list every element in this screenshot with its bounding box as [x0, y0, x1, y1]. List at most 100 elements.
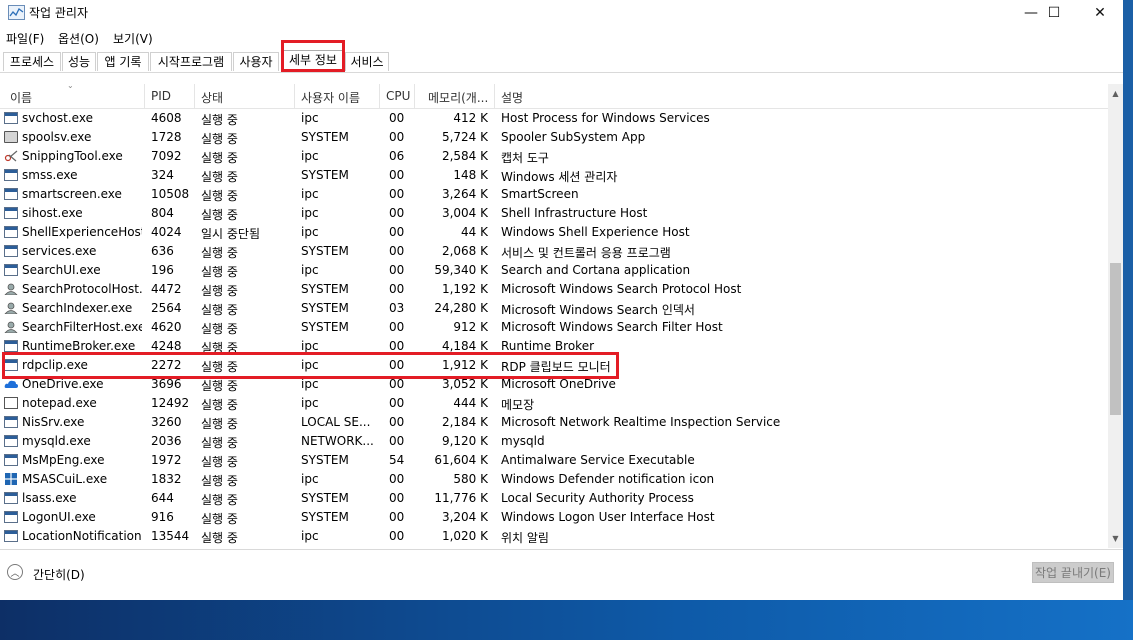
process-cpu: 00 [389, 529, 405, 543]
notepad-icon [4, 397, 18, 409]
process-name: ShellExperienceHost... [22, 225, 142, 239]
process-description: Local Security Authority Process [501, 491, 694, 505]
close-button[interactable]: ✕ [1077, 0, 1123, 26]
process-memory: 580 K [453, 472, 488, 486]
table-row[interactable]: SearchFilterHost.exe 4620 실행 중 SYSTEM 00 912 … [0, 318, 1108, 337]
vertical-scrollbar[interactable]: ▲ ▼ [1108, 84, 1123, 548]
tab-app-history[interactable]: 앱 기록 [97, 52, 149, 71]
table-row[interactable]: MsMpEng.exe 1972 실행 중 SYSTEM 54 61,604 K Antim… [0, 451, 1108, 470]
collapse-icon[interactable]: ︿ [7, 564, 23, 580]
process-memory: 912 K [453, 320, 488, 334]
process-pid: 3260 [151, 415, 182, 429]
menu-view[interactable]: 보기(V) [113, 30, 153, 47]
table-row[interactable]: services.exe 636 실행 중 SYSTEM 00 2,068 K 서비스 및 … [0, 242, 1108, 261]
menu-options[interactable]: 옵션(O) [58, 30, 99, 47]
process-user: SYSTEM [301, 510, 349, 524]
app-icon [4, 188, 18, 200]
search-user-icon [4, 283, 18, 296]
process-pid: 196 [151, 263, 174, 277]
column-header-description[interactable]: 설명 [501, 89, 523, 106]
process-status: 실행 중 [201, 417, 238, 431]
table-row[interactable]: NisSrv.exe 3260 실행 중 LOCAL SE... 00 2,184 K Mi… [0, 413, 1108, 432]
process-user: ipc [301, 111, 319, 125]
column-divider[interactable] [144, 84, 145, 108]
column-divider[interactable] [194, 84, 195, 108]
column-header-cpu[interactable]: CPU [386, 89, 410, 103]
process-user: SYSTEM [301, 320, 349, 334]
table-row[interactable]: MSASCuiL.exe 1832 실행 중 ipc 00 580 K Windows De… [0, 470, 1108, 489]
column-header-pid[interactable]: PID [151, 89, 171, 103]
table-row[interactable]: SearchIndexer.exe 2564 실행 중 SYSTEM 03 24,280 … [0, 299, 1108, 318]
process-cpu: 00 [389, 244, 405, 258]
tab-users[interactable]: 사용자 [233, 52, 279, 71]
taskbar [0, 600, 1133, 640]
process-name: services.exe [22, 244, 97, 258]
scroll-down-icon[interactable]: ▼ [1108, 531, 1123, 546]
app-icon [4, 112, 18, 124]
menu-file[interactable]: 파일(F) [6, 30, 44, 47]
process-cpu: 00 [389, 168, 405, 182]
tab-startup[interactable]: 시작프로그램 [150, 52, 232, 71]
process-description: Microsoft Network Realtime Inspection Se… [501, 415, 781, 429]
maximize-button[interactable]: ☐ [1031, 0, 1077, 26]
process-cpu: 00 [389, 130, 405, 144]
tab-processes[interactable]: 프로세스 [3, 52, 61, 71]
scrollbar-thumb[interactable] [1110, 263, 1121, 415]
process-pid: 1972 [151, 453, 182, 467]
process-pid: 636 [151, 244, 174, 258]
table-row[interactable]: mysqld.exe 2036 실행 중 NETWORK... 00 9,120 K mys… [0, 432, 1108, 451]
tab-performance[interactable]: 성능 [62, 52, 96, 71]
process-pid: 10508 [151, 187, 190, 201]
table-row[interactable]: smartscreen.exe 10508 실행 중 ipc 00 3,264 K Smar… [0, 185, 1108, 204]
process-name: svchost.exe [22, 111, 93, 125]
app-icon [4, 416, 18, 428]
app-icon [4, 492, 18, 504]
column-header-user[interactable]: 사용자 이름 [301, 89, 360, 106]
process-user: NETWORK... [301, 434, 374, 448]
table-row[interactable]: smss.exe 324 실행 중 SYSTEM 00 148 K Windows 세션 관… [0, 166, 1108, 185]
table-row[interactable]: SearchProtocolHost.... 4472 실행 중 SYSTEM 00 1,… [0, 280, 1108, 299]
table-row[interactable]: lsass.exe 644 실행 중 SYSTEM 00 11,776 K Local Se… [0, 489, 1108, 508]
process-description: 메모장 [501, 398, 535, 412]
table-row[interactable]: notepad.exe 12492 실행 중 ipc 00 444 K 메모장 [0, 394, 1108, 413]
table-row[interactable]: spoolsv.exe 1728 실행 중 SYSTEM 00 5,724 K Spoole… [0, 128, 1108, 147]
process-description: Antimalware Service Executable [501, 453, 695, 467]
process-memory: 444 K [453, 396, 488, 410]
process-description: Microsoft Windows Search 인덱서 [501, 303, 695, 317]
collapse-button[interactable]: 간단히(D) [33, 566, 85, 583]
process-name: LogonUI.exe [22, 510, 96, 524]
app-icon [4, 245, 18, 257]
process-cpu: 00 [389, 225, 405, 239]
column-divider[interactable] [379, 84, 380, 108]
column-header-status[interactable]: 상태 [201, 89, 223, 106]
process-memory: 59,340 K [434, 263, 488, 277]
process-cpu: 03 [389, 301, 405, 315]
column-divider[interactable] [494, 84, 495, 108]
table-row[interactable]: LocationNotification... 13544 실행 중 ipc 00 1,0… [0, 527, 1108, 546]
process-pid: 4620 [151, 320, 182, 334]
column-divider[interactable] [294, 84, 295, 108]
table-row[interactable]: sihost.exe 804 실행 중 ipc 00 3,004 K Shell Infra… [0, 204, 1108, 223]
scroll-up-icon[interactable]: ▲ [1108, 86, 1123, 101]
process-status: 실행 중 [201, 132, 238, 146]
table-row[interactable]: LogonUI.exe 916 실행 중 SYSTEM 00 3,204 K Windows… [0, 508, 1108, 527]
table-row[interactable]: svchost.exe 4608 실행 중 ipc 00 412 K Host Proces… [0, 109, 1108, 128]
column-header-memory[interactable]: 메모리(개... [428, 89, 488, 106]
process-memory: 9,120 K [441, 434, 488, 448]
process-user: SYSTEM [301, 282, 349, 296]
process-memory: 148 K [453, 168, 488, 182]
table-row[interactable]: SnippingTool.exe 7092 실행 중 ipc 06 2,584 K 캡처 도… [0, 147, 1108, 166]
process-pid: 916 [151, 510, 174, 524]
process-pid: 2564 [151, 301, 182, 315]
title-bar: 작업 관리자 — ☐ ✕ [0, 0, 1133, 26]
table-row[interactable]: SearchUI.exe 196 실행 중 ipc 00 59,340 K Search a… [0, 261, 1108, 280]
column-header-name[interactable]: 이름 [10, 89, 32, 106]
end-task-button[interactable]: 작업 끝내기(E) [1032, 562, 1114, 583]
table-row[interactable]: ShellExperienceHost... 4024 일시 중단됨 ipc 00 44 … [0, 223, 1108, 242]
process-name: SearchIndexer.exe [22, 301, 133, 315]
printer-icon [4, 131, 18, 143]
column-divider[interactable] [414, 84, 415, 108]
tab-services[interactable]: 서비스 [345, 52, 389, 71]
process-pid: 4608 [151, 111, 182, 125]
process-memory: 5,724 K [441, 130, 488, 144]
